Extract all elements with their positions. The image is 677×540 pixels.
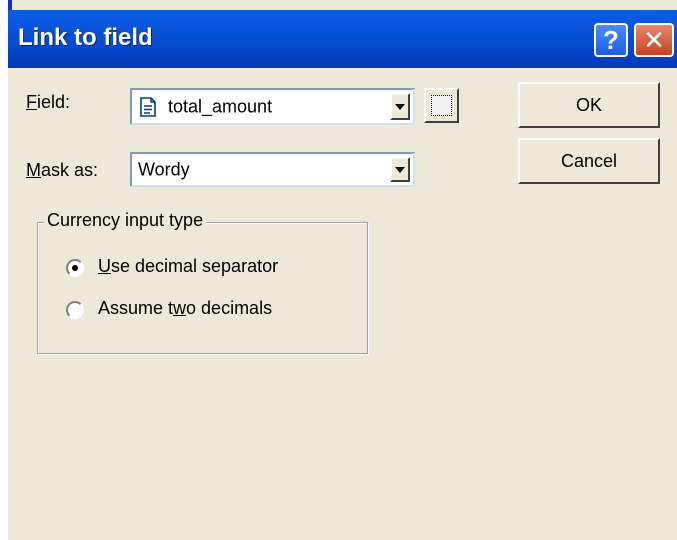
field-picker-button[interactable]	[424, 88, 459, 123]
help-button[interactable]: ?	[594, 23, 628, 57]
field-dropdown-button[interactable]	[390, 93, 410, 120]
mask-value: Wordy	[138, 159, 190, 179]
ok-button[interactable]: OK	[518, 82, 660, 128]
window-title: Link to field	[18, 24, 153, 51]
link-to-field-dialog: Link to field ? ✕ Field: total_amount Ma…	[8, 0, 677, 540]
title-bar[interactable]: Link to field ? ✕	[8, 10, 677, 68]
currency-input-type-group: Currency input type Use decimal separato…	[37, 210, 368, 354]
chevron-down-icon	[395, 103, 405, 110]
field-combobox[interactable]: total_amount	[130, 88, 415, 125]
field-value: total_amount	[168, 96, 273, 116]
currency-group-title: Currency input type	[44, 210, 207, 231]
cancel-button[interactable]: Cancel	[518, 138, 660, 184]
assume-two-decimals-radio[interactable]	[66, 301, 84, 319]
field-picker-icon	[431, 95, 452, 116]
radio-selected-dot	[72, 265, 78, 271]
use-decimal-separator-radio[interactable]	[66, 259, 84, 277]
help-icon: ?	[603, 25, 619, 55]
mask-label: Mask as:	[26, 160, 99, 180]
mask-dropdown-button[interactable]	[390, 157, 410, 182]
close-icon: ✕	[643, 25, 665, 55]
use-decimal-separator-label[interactable]: Use decimal separator	[98, 256, 278, 277]
field-label: Field:	[26, 92, 71, 112]
dialog-client-area: Field: total_amount Mask as: Wordy OK Ca…	[8, 68, 677, 540]
assume-two-decimals-label[interactable]: Assume two decimals	[98, 298, 272, 319]
mask-combobox[interactable]: Wordy	[130, 152, 415, 187]
chevron-down-icon	[395, 166, 405, 173]
close-button[interactable]: ✕	[634, 23, 674, 57]
field-document-icon	[140, 96, 156, 117]
